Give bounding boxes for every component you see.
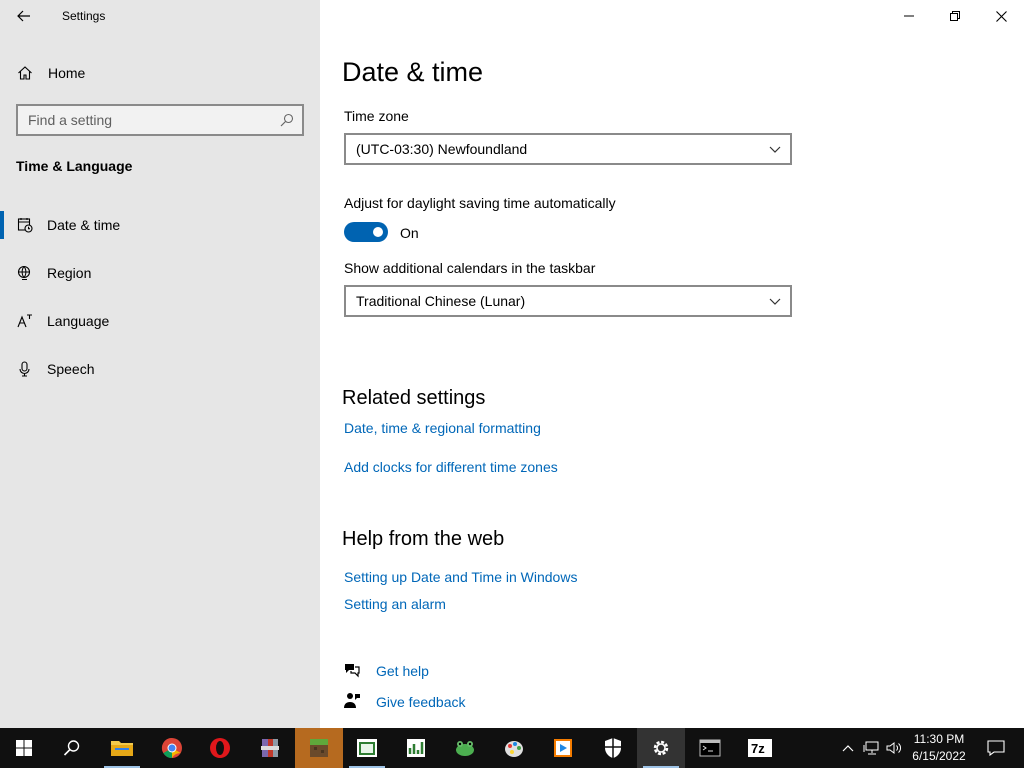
calendar-value: Traditional Chinese (Lunar) — [356, 293, 526, 309]
additional-calendars-dropdown[interactable]: Traditional Chinese (Lunar) — [344, 285, 792, 317]
toggle-knob — [373, 227, 383, 237]
media-player-button[interactable] — [539, 728, 587, 768]
sidebar: Settings Home Time & Language Date & tim… — [0, 0, 320, 728]
clock-date: 6/15/2022 — [912, 749, 966, 763]
search-icon — [280, 113, 294, 127]
7zip-button[interactable]: 7z — [736, 728, 784, 768]
taskbar: 7z 11:30 PM 6/15/2022 — [0, 728, 1024, 768]
regional-formatting-link[interactable]: Date, time & regional formatting — [344, 420, 541, 436]
notification-icon — [987, 740, 1005, 756]
chrome-button[interactable] — [148, 728, 196, 768]
app-window-button[interactable] — [343, 728, 391, 768]
chrome-icon — [161, 737, 182, 759]
related-settings-heading: Related settings — [342, 387, 486, 409]
paint-button[interactable] — [490, 728, 538, 768]
language-icon — [17, 314, 32, 328]
sidebar-item-label: Region — [47, 265, 92, 281]
sidebar-item-label: Home — [48, 65, 86, 81]
volume-button[interactable] — [884, 738, 904, 758]
get-help-icon — [345, 664, 360, 678]
page-title: Date & time — [342, 57, 484, 87]
back-button[interactable] — [10, 4, 38, 28]
security-button[interactable] — [589, 728, 637, 768]
sidebar-item-label: Date & time — [47, 217, 121, 233]
notifications-button[interactable] — [976, 728, 1016, 768]
search-icon — [63, 740, 80, 756]
opera-icon — [210, 738, 230, 758]
frog-app-button[interactable] — [441, 728, 489, 768]
archive-tool-button[interactable] — [246, 728, 294, 768]
give-feedback-link[interactable]: Give feedback — [376, 694, 466, 710]
show-hidden-icons-button[interactable] — [838, 738, 858, 758]
date-time-icon — [17, 218, 33, 233]
help-web-heading: Help from the web — [342, 528, 505, 550]
svg-text:7z: 7z — [751, 741, 765, 756]
minimize-icon — [904, 15, 914, 17]
back-arrow-icon — [17, 10, 30, 22]
app-window-icon — [357, 739, 377, 757]
minimize-button[interactable] — [886, 0, 932, 32]
settings-gear-icon — [653, 740, 669, 756]
archive-tool-icon — [261, 739, 279, 757]
close-button[interactable] — [978, 0, 1024, 32]
file-explorer-button[interactable] — [98, 728, 146, 768]
section-title: Time & Language — [16, 158, 133, 174]
start-icon — [16, 740, 32, 756]
microphone-icon — [19, 361, 30, 377]
time-zone-value: (UTC-03:30) Newfoundland — [356, 141, 528, 157]
sidebar-item-region[interactable]: Region — [0, 255, 320, 291]
date-time-help-link[interactable]: Setting up Date and Time in Windows — [344, 569, 577, 585]
media-player-icon — [554, 739, 572, 757]
close-icon — [995, 10, 1007, 22]
frog-app-icon — [456, 741, 474, 756]
taskbar-search-button[interactable] — [48, 728, 96, 768]
sidebar-item-speech[interactable]: Speech — [0, 351, 320, 387]
spreadsheet-app-icon — [407, 739, 425, 757]
paint-icon — [505, 741, 523, 757]
clock-time: 11:30 PM — [913, 732, 965, 746]
sidebar-item-language[interactable]: Language — [0, 303, 320, 339]
chevron-down-icon — [769, 298, 781, 305]
chevron-down-icon — [769, 146, 781, 153]
terminal-icon — [699, 739, 721, 757]
get-help-link[interactable]: Get help — [376, 663, 429, 679]
sidebar-item-home[interactable]: Home — [0, 58, 320, 88]
chevron-up-icon — [842, 745, 854, 752]
file-explorer-icon — [111, 741, 133, 756]
minecraft-button[interactable] — [295, 728, 343, 768]
sidebar-item-label: Speech — [47, 361, 95, 377]
add-clocks-link[interactable]: Add clocks for different time zones — [344, 459, 558, 475]
globe-icon — [17, 265, 31, 280]
7zip-icon: 7z — [748, 739, 772, 757]
restore-icon — [950, 11, 960, 21]
minecraft-icon — [310, 739, 328, 757]
feedback-icon — [344, 693, 360, 708]
toggle-state-text: On — [400, 225, 419, 241]
search-input[interactable] — [28, 112, 268, 128]
sidebar-item-date-time[interactable]: Date & time — [0, 207, 320, 243]
restore-button[interactable] — [932, 0, 978, 32]
taskbar-clock[interactable]: 11:30 PM 6/15/2022 — [902, 731, 976, 765]
terminal-button[interactable] — [686, 728, 734, 768]
start-button[interactable] — [0, 728, 48, 768]
home-icon — [18, 66, 32, 80]
network-icon — [863, 741, 879, 755]
daylight-saving-toggle[interactable] — [344, 222, 388, 242]
sidebar-item-label: Language — [47, 313, 110, 329]
app-title: Settings — [62, 9, 106, 23]
spreadsheet-app-button[interactable] — [392, 728, 440, 768]
additional-calendars-label: Show additional calendars in the taskbar — [344, 260, 596, 276]
daylight-saving-label: Adjust for daylight saving time automati… — [344, 195, 616, 211]
search-field[interactable] — [16, 104, 304, 136]
network-button[interactable] — [861, 738, 881, 758]
security-shield-icon — [605, 738, 621, 758]
volume-icon — [886, 742, 901, 754]
settings-button[interactable] — [637, 728, 685, 768]
time-zone-dropdown[interactable]: (UTC-03:30) Newfoundland — [344, 133, 792, 165]
time-zone-label: Time zone — [344, 108, 409, 124]
opera-button[interactable] — [196, 728, 244, 768]
alarm-help-link[interactable]: Setting an alarm — [344, 596, 446, 612]
